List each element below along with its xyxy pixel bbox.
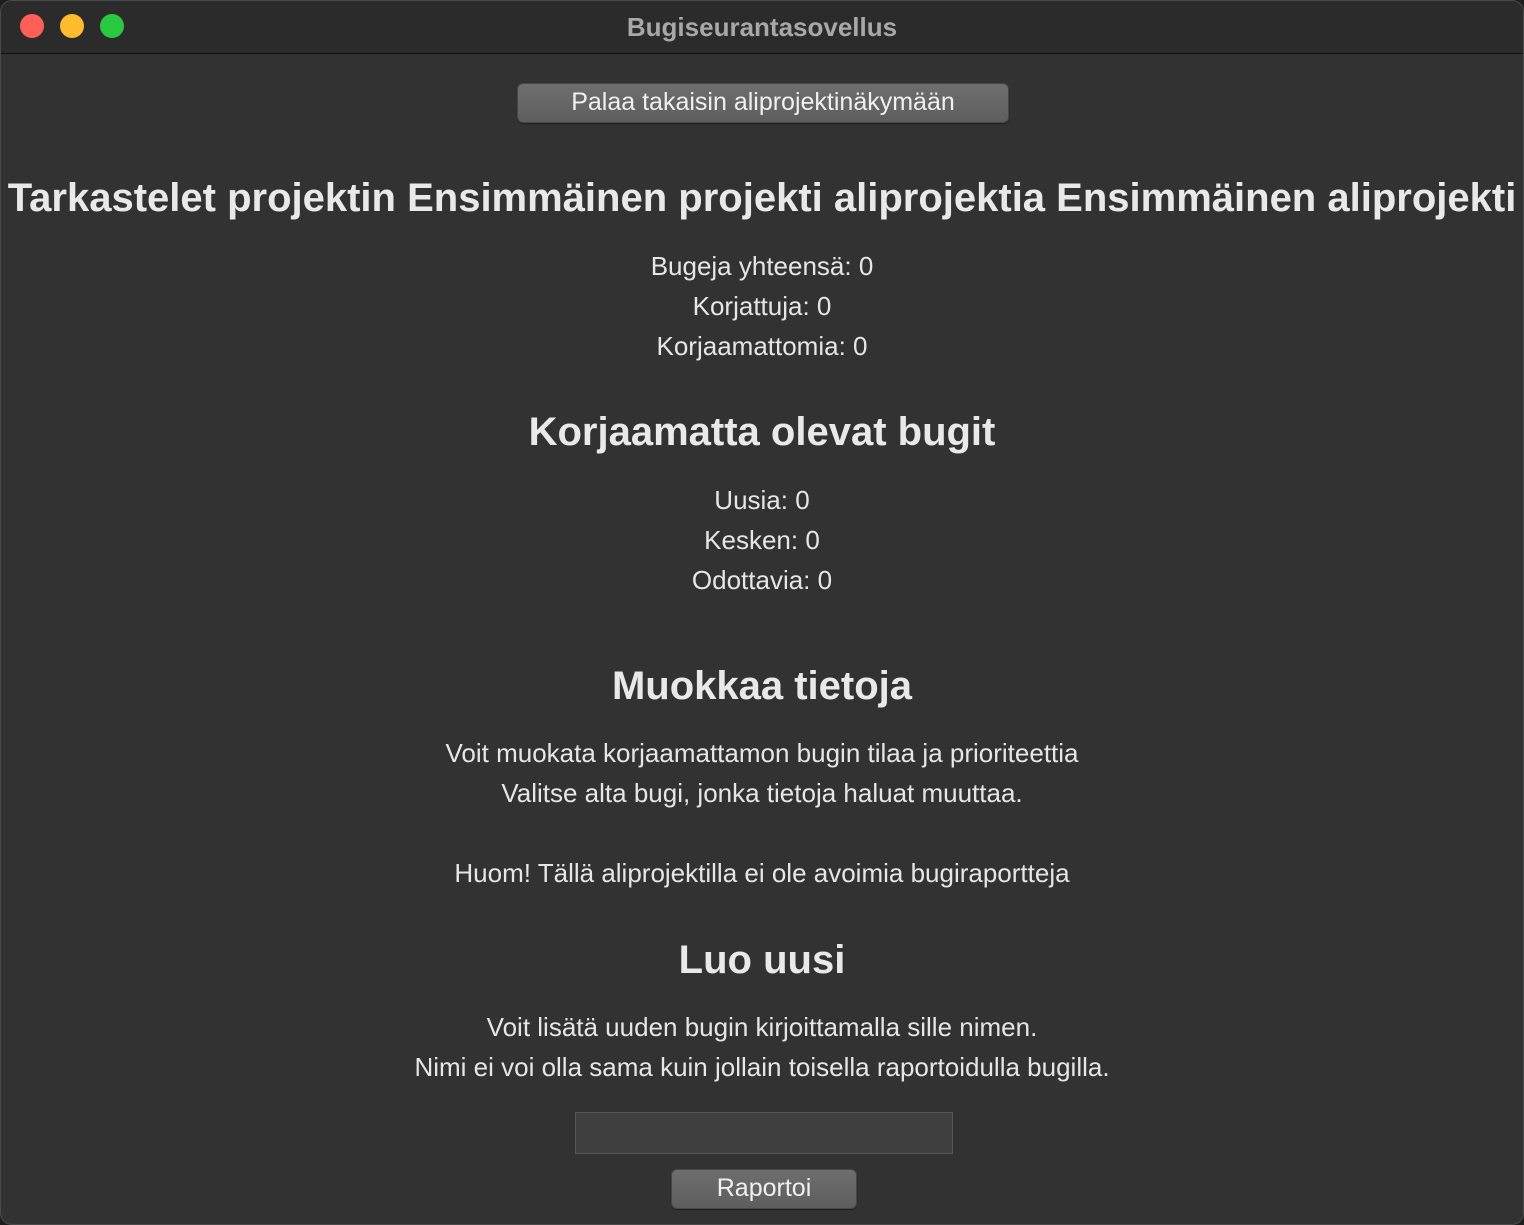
bug-name-input[interactable]	[575, 1112, 953, 1154]
app-window: Bugiseurantasovellus Palaa takaisin alip…	[0, 0, 1524, 1225]
window-title: Bugiseurantasovellus	[626, 12, 898, 42]
fixed-bugs-stat: Korjattuja: 0	[692, 291, 832, 321]
main-content: Palaa takaisin aliprojektinäkymään Tarka…	[1, 54, 1523, 1224]
edit-section-heading: Muokkaa tietoja	[611, 664, 913, 708]
edit-instructions-line-1: Voit muokata korjaamattamon bugin tilaa …	[445, 738, 1079, 768]
page-title: Tarkastelet projektin Ensimmäinen projek…	[7, 176, 1517, 220]
back-to-subproject-button[interactable]: Palaa takaisin aliprojektinäkymään	[517, 83, 1009, 123]
unfixed-bugs-stat: Korjaamattomia: 0	[656, 331, 868, 361]
create-instructions-line-1: Voit lisätä uuden bugin kirjoittamalla s…	[486, 1012, 1038, 1042]
title-bar[interactable]: Bugiseurantasovellus	[1, 1, 1523, 54]
create-section-heading: Luo uusi	[678, 938, 846, 982]
waiting-bugs-stat: Odottavia: 0	[691, 565, 833, 595]
create-instructions-line-2: Nimi ei voi olla sama kuin jollain toise…	[414, 1052, 1110, 1082]
total-bugs-stat: Bugeja yhteensä: 0	[650, 251, 874, 281]
new-bugs-stat: Uusia: 0	[714, 485, 810, 515]
report-button[interactable]: Raportoi	[671, 1169, 857, 1209]
no-open-bugs-notice: Huom! Tällä aliprojektilla ei ole avoimi…	[454, 858, 1070, 888]
unfixed-bugs-heading: Korjaamatta olevat bugit	[528, 410, 996, 454]
edit-instructions-line-2: Valitse alta bugi, jonka tietoja haluat …	[501, 778, 1023, 808]
in-progress-bugs-stat: Kesken: 0	[704, 525, 820, 555]
